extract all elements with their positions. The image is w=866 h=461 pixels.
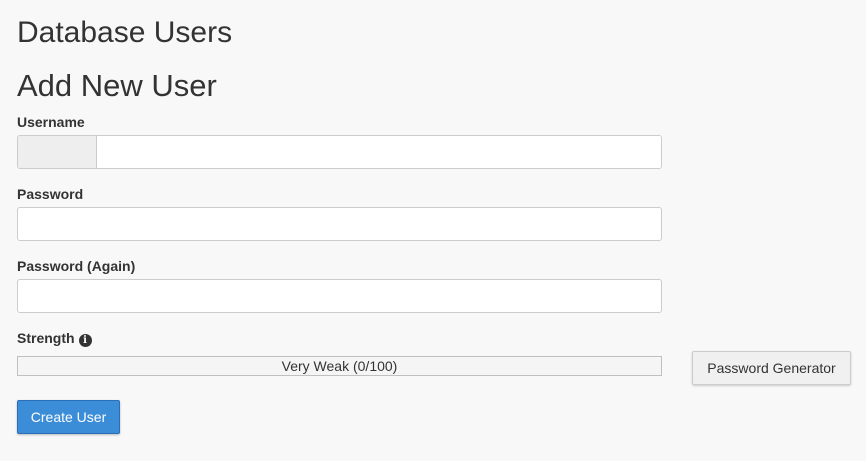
- password-again-label: Password (Again): [17, 258, 136, 274]
- strength-label-row: Strength i: [17, 329, 92, 347]
- add-database-user-page: Database Users Add New User Username Pas…: [0, 0, 866, 461]
- username-label: Username: [17, 114, 85, 130]
- form-title: Add New User: [17, 68, 217, 103]
- password-input[interactable]: [17, 207, 662, 241]
- strength-text: Very Weak (0/100): [281, 358, 398, 374]
- create-user-button[interactable]: Create User: [17, 400, 120, 434]
- password-strength-meter: Very Weak (0/100): [17, 356, 662, 376]
- username-input-group: [17, 135, 662, 169]
- password-again-input[interactable]: [17, 279, 662, 313]
- info-circle-icon[interactable]: i: [78, 334, 92, 347]
- username-input[interactable]: [97, 136, 661, 168]
- password-label: Password: [17, 186, 84, 202]
- username-prefix: [18, 136, 97, 168]
- strength-label: Strength: [17, 330, 75, 346]
- section-title: Database Users: [17, 16, 233, 49]
- password-generator-button[interactable]: Password Generator: [692, 351, 851, 385]
